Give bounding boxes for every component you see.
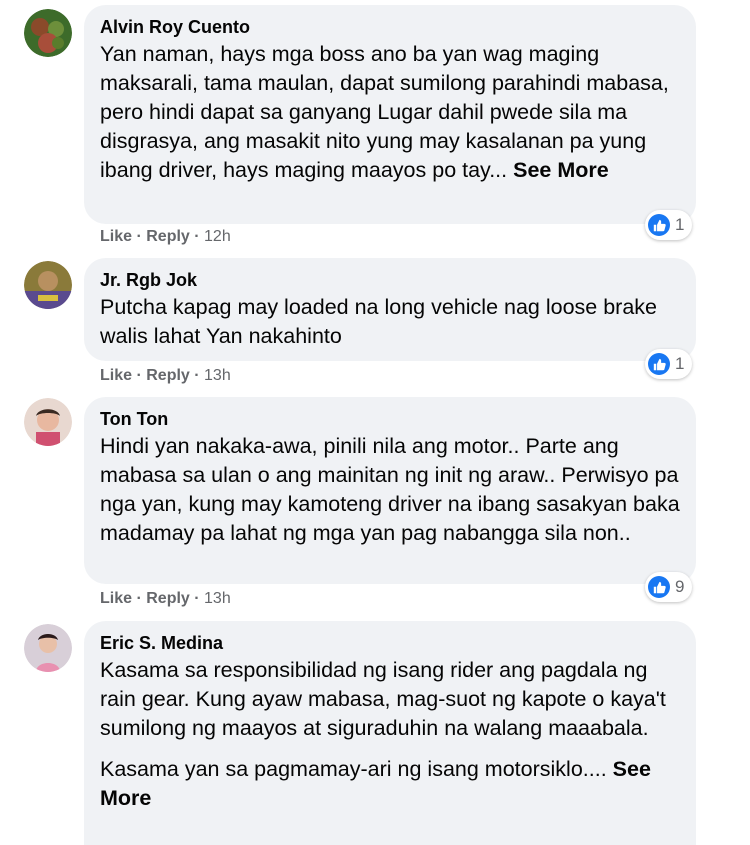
- comment-bubble: Jr. Rgb Jok Putcha kapag may loaded na l…: [84, 258, 696, 361]
- like-link[interactable]: Like: [100, 367, 132, 384]
- see-more-link[interactable]: See More: [513, 158, 609, 182]
- reaction-number: 1: [675, 354, 685, 373]
- like-link[interactable]: Like: [100, 590, 132, 607]
- comment-body: Hindi yan nakaka-awa, pinili nila ang mo…: [100, 434, 680, 545]
- timestamp[interactable]: 12h: [204, 228, 231, 245]
- comment-author[interactable]: Ton Ton: [100, 408, 680, 430]
- thumbs-up-icon: [648, 576, 670, 598]
- comment-actions: Like · Reply · 13h: [100, 590, 231, 607]
- comment-bubble: Alvin Roy Cuento Yan naman, hays mga bos…: [84, 5, 696, 224]
- comment-text: Yan naman, hays mga boss ano ba yan wag …: [100, 40, 680, 185]
- thumbs-up-icon: [648, 353, 670, 375]
- avatar[interactable]: [24, 261, 72, 309]
- reply-link[interactable]: Reply: [146, 590, 190, 607]
- reaction-count[interactable]: 9: [645, 572, 693, 602]
- reply-link[interactable]: Reply: [146, 228, 190, 245]
- avatar[interactable]: [24, 9, 72, 57]
- timestamp[interactable]: 13h: [204, 367, 231, 384]
- avatar[interactable]: [24, 398, 72, 446]
- avatar[interactable]: [24, 624, 72, 672]
- comment-actions: Like · Reply · 13h: [100, 367, 231, 384]
- comment-author[interactable]: Jr. Rgb Jok: [100, 269, 680, 291]
- comment-text: Kasama sa responsibilidad ng isang rider…: [100, 656, 680, 813]
- comment-body: Putcha kapag may loaded na long vehicle …: [100, 295, 657, 348]
- reaction-count[interactable]: 1: [645, 349, 693, 379]
- reaction-count[interactable]: 1: [645, 210, 693, 240]
- comment-actions: Like · Reply · 12h: [100, 228, 231, 245]
- like-link[interactable]: Like: [100, 228, 132, 245]
- reaction-number: 1: [675, 215, 685, 234]
- comment-body: Kasama sa responsibilidad ng isang rider…: [100, 658, 666, 740]
- reaction-number: 9: [675, 577, 685, 596]
- comment-bubble: Eric S. Medina Kasama sa responsibilidad…: [84, 621, 696, 845]
- comment-bubble: Ton Ton Hindi yan nakaka-awa, pinili nil…: [84, 397, 696, 584]
- comment-author[interactable]: Alvin Roy Cuento: [100, 16, 680, 38]
- comment-paragraph: Kasama yan sa pagmamay-ari ng isang moto…: [100, 755, 680, 813]
- timestamp[interactable]: 13h: [204, 590, 231, 607]
- reply-link[interactable]: Reply: [146, 367, 190, 384]
- comment-body-2: Kasama yan sa pagmamay-ari ng isang moto…: [100, 757, 607, 781]
- thumbs-up-icon: [648, 214, 670, 236]
- comment-author[interactable]: Eric S. Medina: [100, 632, 680, 654]
